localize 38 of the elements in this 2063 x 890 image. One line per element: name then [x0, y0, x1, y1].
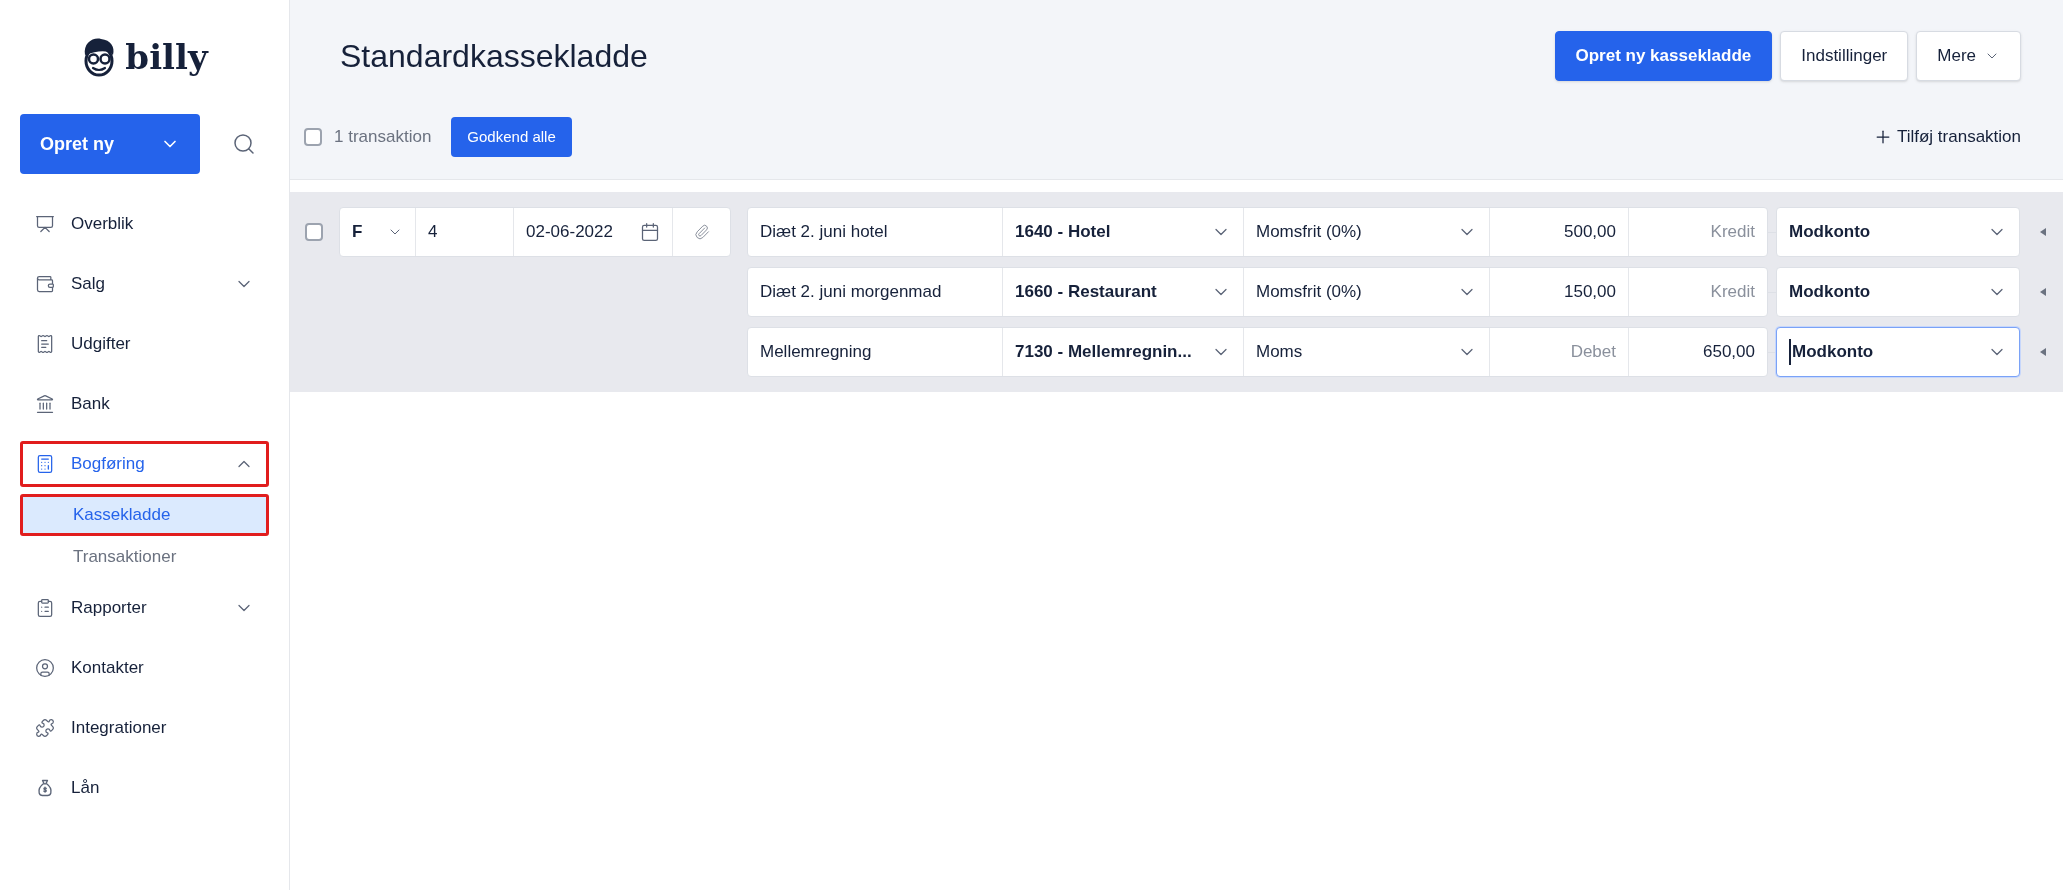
contra-account-select[interactable]: Modkonto: [1776, 207, 2020, 257]
nav-item[interactable]: Bank: [20, 381, 269, 427]
caret-left-icon[interactable]: [2040, 228, 2046, 236]
wallet-icon: [35, 274, 55, 294]
create-new-button[interactable]: Opret ny: [20, 114, 200, 174]
contra-account-select[interactable]: Modkonto: [1776, 267, 2020, 317]
add-transaction-link[interactable]: Tilføj transaktion: [1872, 124, 2021, 150]
nav-subitem[interactable]: Kassekladde: [20, 494, 269, 536]
brand-name: billy: [125, 40, 208, 74]
nav-item[interactable]: Integrationer: [20, 705, 269, 751]
nav-item[interactable]: Overblik: [20, 201, 269, 247]
contra-account-select[interactable]: Modkonto: [1776, 327, 2020, 377]
money-bag-icon: [35, 778, 55, 798]
search-icon[interactable]: [232, 132, 256, 156]
user-circle-icon: [35, 658, 55, 678]
caret-left-icon[interactable]: [2040, 288, 2046, 296]
calculator-icon: [35, 454, 55, 474]
nav-item[interactable]: Lån: [20, 765, 269, 811]
nav-item[interactable]: Udgifter: [20, 321, 269, 367]
presentation-board-icon: [35, 214, 55, 234]
puzzle-piece-icon: [35, 718, 55, 738]
header-button[interactable]: Mere: [1916, 31, 2021, 81]
bank-building-icon: [35, 394, 55, 414]
nav-item[interactable]: Rapporter: [20, 585, 269, 631]
checkbox[interactable]: [305, 223, 323, 241]
approve-all-button[interactable]: Godkend alle: [451, 117, 572, 157]
transaction-count: 1 transaktion: [334, 126, 432, 149]
header-button[interactable]: Opret ny kassekladde: [1554, 31, 1773, 81]
receipt-icon: [35, 334, 55, 354]
nav-item[interactable]: Kontakter: [20, 645, 269, 691]
checkbox[interactable]: [304, 128, 322, 146]
caret-left-icon[interactable]: [2040, 348, 2046, 356]
page-title: Standardkassekladde: [340, 37, 648, 76]
nav-item[interactable]: Salg: [20, 261, 269, 307]
nav-subitem[interactable]: Transaktioner: [20, 536, 269, 578]
header-button[interactable]: Indstillinger: [1780, 31, 1909, 81]
clipboard-icon: [35, 598, 55, 618]
nav-item[interactable]: Bogføring: [20, 441, 269, 487]
